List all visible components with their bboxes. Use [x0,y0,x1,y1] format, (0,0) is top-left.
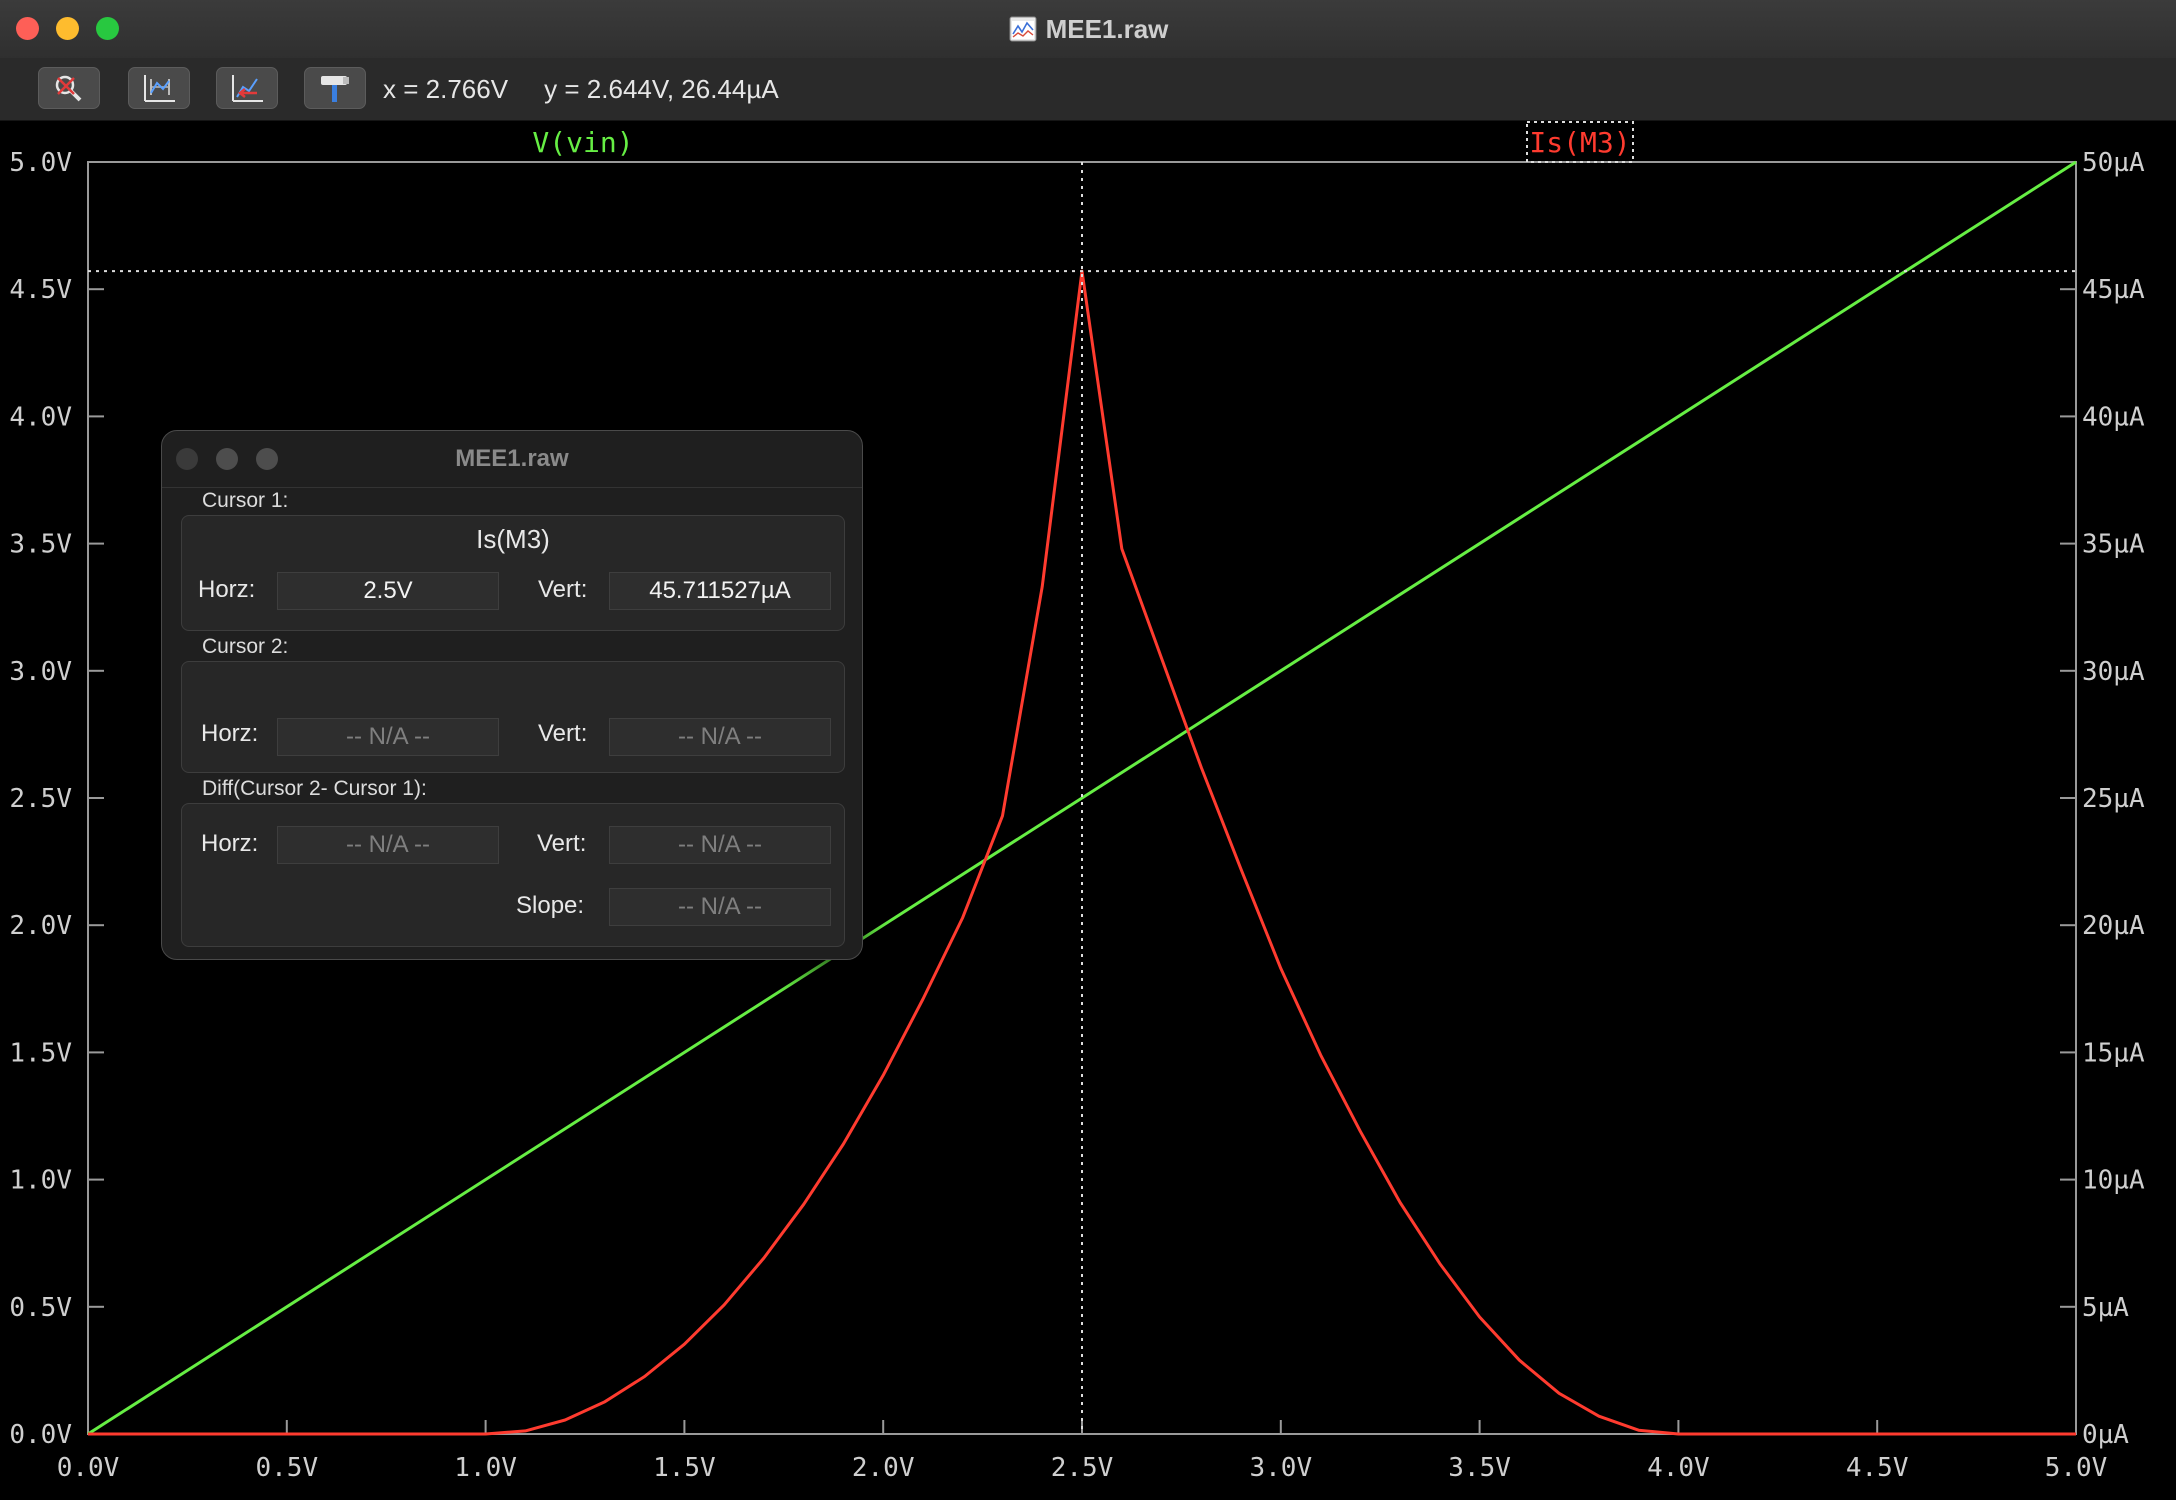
y-right-tick-label: 30µA [2082,657,2145,687]
cursor1-label: Cursor 1: [202,489,289,512]
y-right-tick-label: 50µA [2082,148,2145,178]
cursor-panel-titlebar[interactable]: MEE1.raw [162,431,862,488]
cursor1-vert-field[interactable]: 45.711527µA [609,572,831,610]
cursor-panel-title: MEE1.raw [455,445,569,472]
diff-horz-label: Horz: [201,830,259,857]
cursor-readout: x = 2.766V y = 2.644V, 26.44µA [383,74,779,105]
diff-group: Horz: -- N/A -- Vert: -- N/A -- Slope: -… [181,803,845,947]
x-tick-label: 1.0V [454,1453,517,1483]
y-left-tick-label: 1.0V [9,1166,72,1196]
plot-area[interactable]: 0.0V 0.5V 1.0V 1.5V 2.0V 2.5V 3.0V 3.5V 4.0V 4.5V… [0,120,2176,1500]
y-left-tick-label: 1.5V [9,1038,72,1068]
title-bar[interactable]: MEE1.raw [0,0,2176,59]
cursor2-label: Cursor 2: [202,635,289,658]
autorange-icon [144,75,175,102]
cursor-panel[interactable]: MEE1.raw Cursor 1: Is(M3) Horz: 2.5V Ver… [161,430,863,960]
x-tick-label: 3.5V [1448,1453,1511,1483]
y-left-tick-label: 0.5V [9,1293,72,1323]
x-tick-label: 0.5V [255,1453,318,1483]
zoom-back-icon [232,75,263,102]
trace-label-is-m3[interactable]: Is(M3) [1529,126,1630,159]
cursor1-group: Is(M3) Horz: 2.5V Vert: 45.711527µA [181,515,845,631]
y-right-tick-label: 20µA [2082,911,2145,941]
y-left-tick-label: 0.0V [9,1420,72,1450]
y-readout: y = 2.644V, 26.44µA [544,74,779,104]
hammer-button[interactable] [304,67,366,109]
x-tick-label: 0.0V [57,1453,120,1483]
y-right-tick-label: 35µA [2082,530,2145,560]
cursor1-horz-label: Horz: [198,576,256,603]
y-left-tick-label: 4.5V [9,275,72,305]
window-title: MEE1.raw [1045,13,1169,44]
zoom-tool-button[interactable] [38,67,100,109]
x-tick-label: 4.5V [1846,1453,1909,1483]
y-left-tick-label: 5.0V [9,148,72,178]
zoom-back-button[interactable] [216,67,278,109]
hammer-icon [321,76,349,102]
y-right-tick-label: 0µA [2082,1420,2129,1450]
x-tick-label: 3.0V [1249,1453,1312,1483]
diff-slope-label: Slope: [516,892,585,919]
diff-label: Diff(Cursor 2- Cursor 1): [202,777,427,800]
diff-vert-field[interactable]: -- N/A -- [609,826,831,864]
trace-label-vin[interactable]: V(vin) [532,126,633,159]
x-tick-label: 2.0V [852,1453,915,1483]
y-right-tick-label: 25µA [2082,784,2145,814]
y-right-tick-label: 40µA [2082,402,2145,432]
cursor1-trace-name: Is(M3) [476,524,550,554]
zoom-tool-icon [55,75,82,102]
y-right-tick-label: 15µA [2082,1038,2145,1068]
x-readout: x = 2.766V [383,74,509,104]
y-left-tick-label: 2.0V [9,911,72,941]
toolbar: x = 2.766V y = 2.644V, 26.44µA [0,58,2176,121]
y-left-tick-label: 3.0V [9,657,72,687]
x-tick-label: 5.0V [2045,1453,2108,1483]
waveform-window: MEE1.raw x = 2.766V y = 2.644V, 26.44µA … [0,0,2176,1500]
x-tick-label: 2.5V [1051,1453,1114,1483]
y-right-tick-label: 5µA [2082,1293,2129,1323]
y-right-tick-label: 45µA [2082,275,2145,305]
cursor2-horz-label: Horz: [201,720,259,747]
window-title-wrap: MEE1.raw [0,0,2176,58]
diff-horz-field[interactable]: -- N/A -- [277,826,499,864]
cursor2-horz-field[interactable]: -- N/A -- [277,718,499,756]
diff-slope-field[interactable]: -- N/A -- [609,888,831,926]
cursor1-vert-label: Vert: [538,576,588,603]
autorange-button[interactable] [128,67,190,109]
waveform-document-icon [1009,16,1037,42]
y-right-tick-label: 10µA [2082,1166,2145,1196]
y-left-tick-label: 3.5V [9,530,72,560]
x-tick-label: 1.5V [653,1453,716,1483]
y-left-tick-label: 2.5V [9,784,72,814]
cursor2-vert-field[interactable]: -- N/A -- [609,718,831,756]
cursor2-vert-label: Vert: [538,720,588,747]
cursor1-horz-field[interactable]: 2.5V [277,572,499,610]
x-tick-label: 4.0V [1647,1453,1710,1483]
cursor2-group: Horz: -- N/A -- Vert: -- N/A -- [181,661,845,773]
diff-vert-label: Vert: [537,830,587,857]
y-left-tick-label: 4.0V [9,402,72,432]
